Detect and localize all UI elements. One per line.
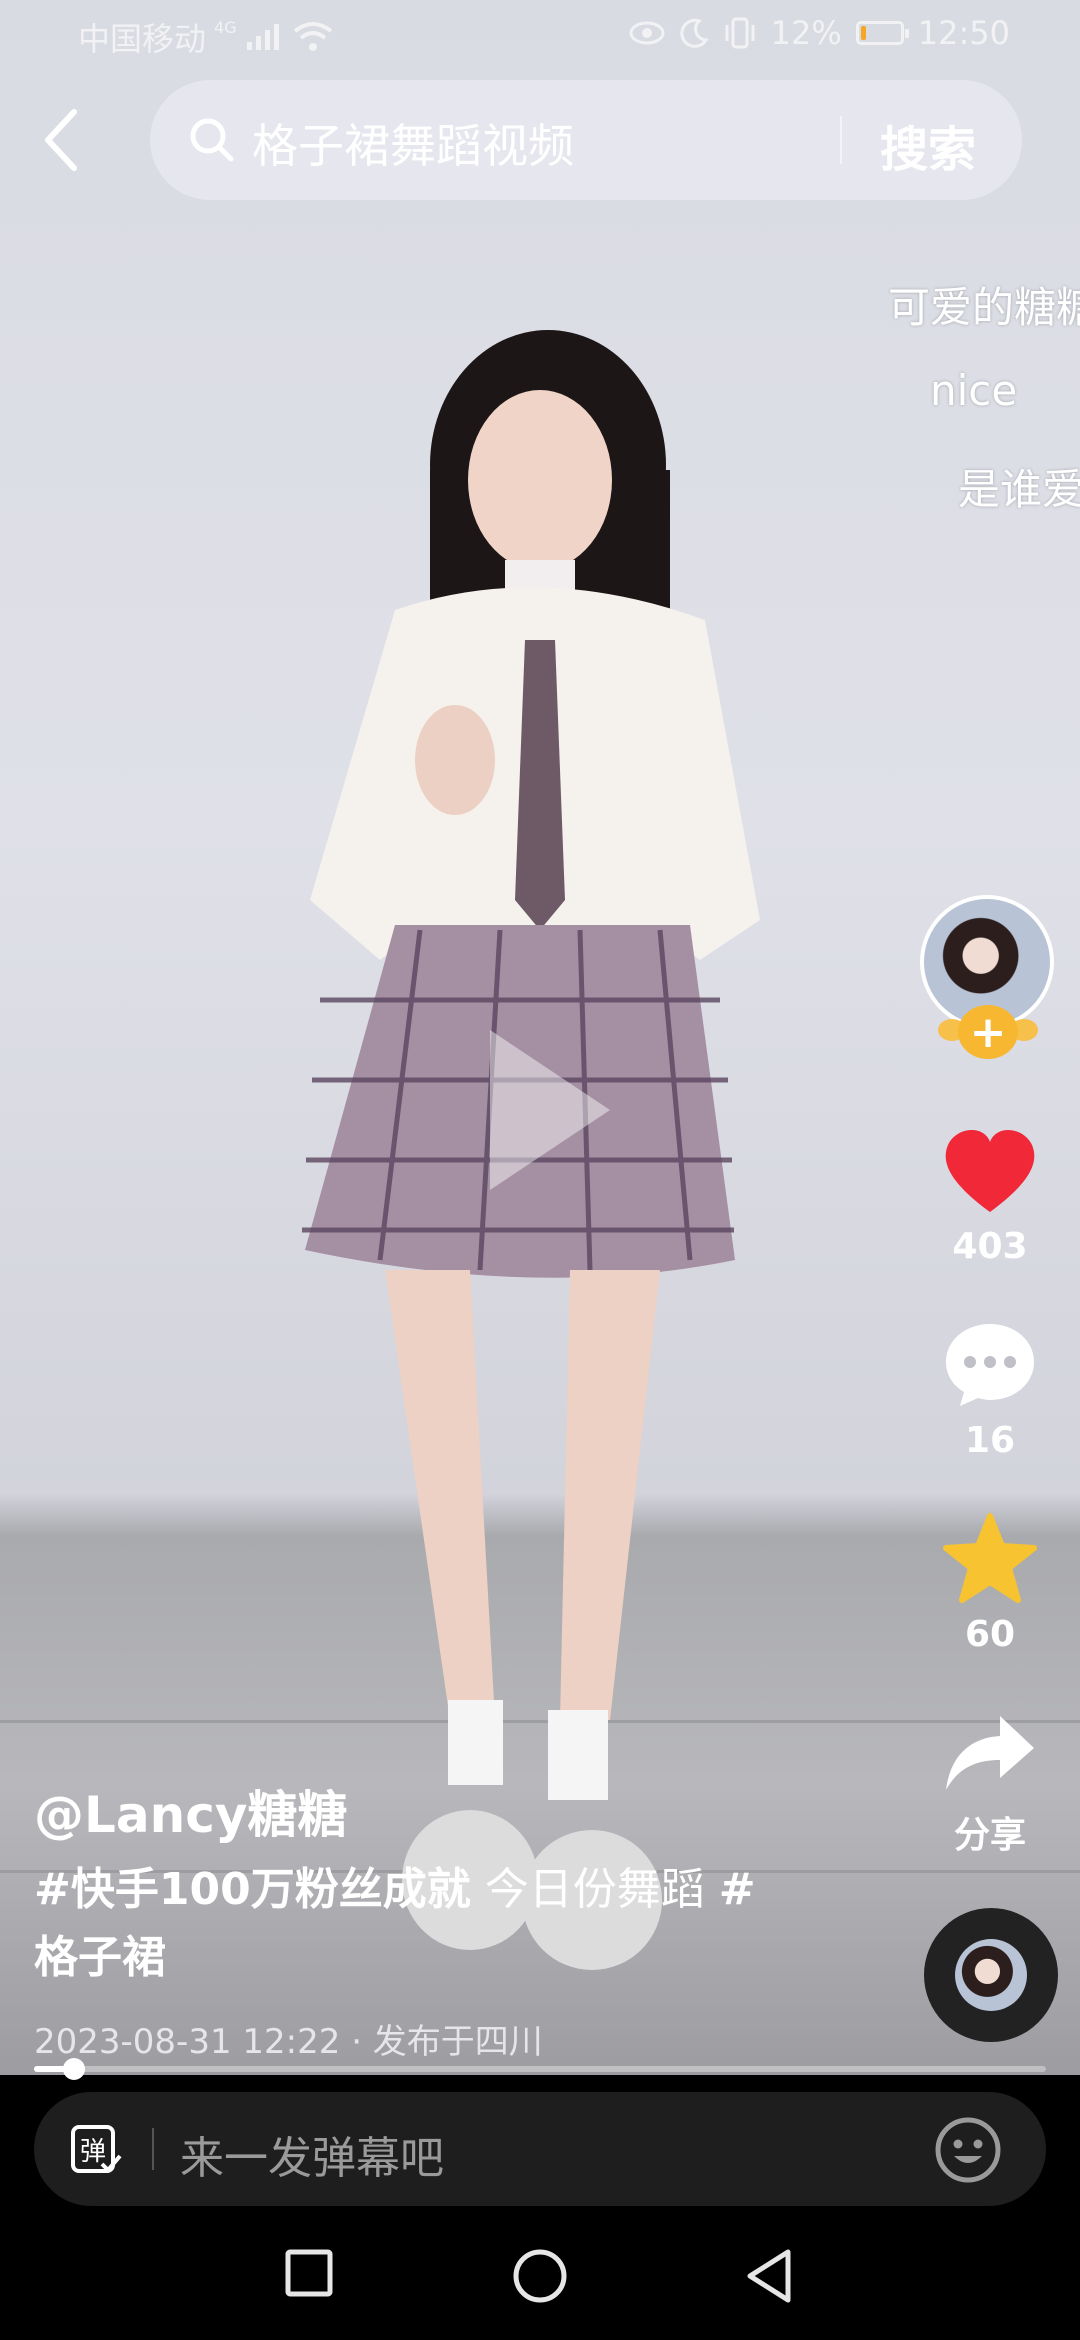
search-icon <box>190 118 234 162</box>
progress-knob[interactable] <box>63 2058 86 2080</box>
search-bar[interactable]: 格子裙舞蹈视频 搜索 <box>150 80 1022 200</box>
battery-icon <box>855 21 909 45</box>
danmaku-item: nice <box>930 366 1018 415</box>
emoji-icon[interactable] <box>934 2116 1002 2184</box>
recents-square-icon[interactable] <box>284 2248 334 2298</box>
favorite-count: 60 <box>964 1614 1016 1655</box>
favorite-button[interactable]: 60 <box>930 1512 1050 1655</box>
like-count: 403 <box>952 1226 1028 1267</box>
back-triangle-icon[interactable] <box>744 2248 794 2304</box>
status-bar: 中国移动 4G 12% 12:50 <box>0 0 1080 72</box>
comment-icon <box>946 1324 1034 1406</box>
search-divider <box>840 116 842 164</box>
moon-icon <box>680 18 709 48</box>
network-label: 4G <box>214 17 237 37</box>
share-label: 分享 <box>953 1815 1026 1856</box>
input-divider <box>152 2128 154 2170</box>
music-disc[interactable] <box>924 1908 1058 2042</box>
share-button[interactable]: 分享 <box>930 1712 1050 1858</box>
battery-percent: 12% <box>770 14 842 52</box>
play-icon[interactable] <box>480 1020 620 1200</box>
heart-icon <box>945 1130 1035 1212</box>
video-progress-bar[interactable] <box>34 2058 1046 2080</box>
comment-count: 16 <box>964 1420 1016 1461</box>
system-nav-bar <box>0 2206 1080 2340</box>
post-meta: 2023-08-31 12:22 · 发布于四川 <box>34 2022 543 2062</box>
signal-icon <box>246 24 279 50</box>
like-button[interactable]: 403 <box>930 1128 1050 1267</box>
vibrate-icon <box>725 17 755 49</box>
search-input[interactable]: 格子裙舞蹈视频 <box>252 110 574 176</box>
follow-button[interactable]: + <box>958 1005 1018 1059</box>
danmaku-input-bar[interactable]: 弹 来一发弹幕吧 <box>34 2092 1046 2206</box>
home-circle-icon[interactable] <box>512 2248 568 2304</box>
author-avatar-group[interactable]: + <box>918 895 1062 1065</box>
eye-icon <box>629 21 665 45</box>
wifi-icon <box>293 22 332 51</box>
carrier-label: 中国移动 <box>78 20 207 58</box>
danmaku-item: 是谁爱 <box>958 465 1080 514</box>
caption-text: 今日份舞蹈 <box>470 1864 719 1915</box>
search-button[interactable]: 搜索 <box>880 110 976 180</box>
comment-button[interactable]: 16 <box>930 1320 1050 1461</box>
back-button[interactable] <box>34 100 90 180</box>
danmaku-input[interactable]: 来一发弹幕吧 <box>180 2122 444 2186</box>
share-arrow-icon <box>946 1716 1034 1790</box>
danmaku-item: 可爱的糖糖 <box>888 283 1080 332</box>
danmaku-toggle-icon[interactable]: 弹 <box>70 2124 122 2176</box>
battery-fill <box>860 26 866 40</box>
author-name[interactable]: @Lancy糖糖 <box>34 1775 347 1847</box>
star-icon <box>943 1513 1037 1603</box>
clock: 12:50 <box>917 14 1010 52</box>
post-caption: #快手100万粉丝成就 今日份舞蹈 #格子裙 <box>34 1856 794 1992</box>
danmaku-toggle-label: 弹 <box>80 2137 106 2167</box>
hashtag[interactable]: #快手100万粉丝成就 <box>34 1864 471 1915</box>
music-cover <box>955 1939 1027 2011</box>
